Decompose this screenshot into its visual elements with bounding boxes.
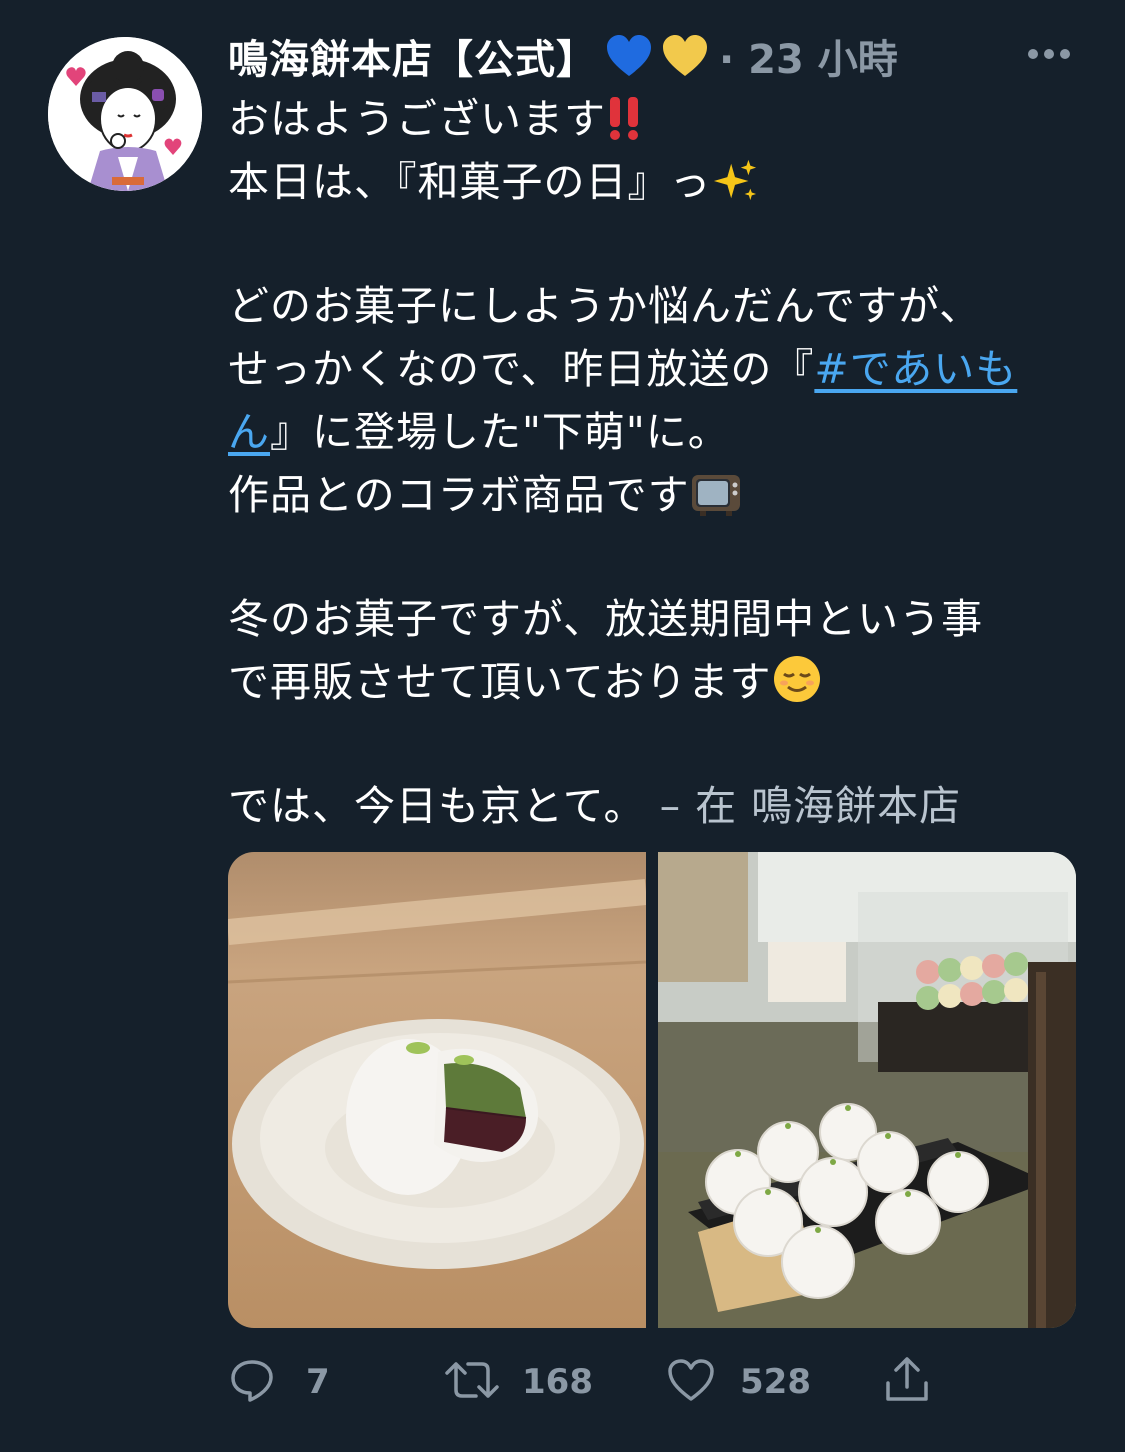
like-count: 528 [740,1362,811,1402]
reply-icon [228,1356,276,1408]
tweet-line-text: せっかくなので、昨日放送の『 [228,345,815,393]
tweet-header: 鳴海餅本店【公式】 · 23 小時 [228,26,898,86]
tweet-line: では、今日も京とて。 – 在 鳴海餅本店 [228,775,1088,838]
hashtag-link-continued[interactable]: ん [228,408,270,456]
tweet-timestamp[interactable]: · 23 小時 [719,27,898,85]
tweet[interactable]: 鳴海餅本店【公式】 · 23 小時 おはようございます 本日は、『和菓子の日』っ… [0,0,1125,1452]
tweet-line: せっかくなので、昨日放送の『#であいも [228,338,1088,401]
tweet-line-text: 本日は、『和菓子の日』っ [228,158,712,206]
hashtag-link[interactable]: #であいも [814,345,1017,393]
reply-count: 7 [306,1362,330,1402]
media-grid [228,852,1076,1328]
more-icon[interactable] [1026,44,1072,64]
tweet-line: で再販させて頂いております [228,651,1088,714]
retweet-count: 168 [522,1362,593,1402]
tweet-actions: 7 168 528 [228,1352,948,1412]
tweet-line-text: で再販させて頂いております [228,658,772,706]
media-divider [646,852,658,1328]
share-icon [882,1355,932,1409]
exclamation-icon [606,95,646,159]
sparkles-icon [712,158,758,222]
tweet-line: 冬のお菓子ですが、放送期間中という事 [228,588,1088,651]
blue-heart-icon [605,34,653,78]
tweet-line-text: 』に登場した"下萌"に。 [270,408,730,456]
yellow-heart-icon [661,34,709,78]
reply-button[interactable]: 7 [228,1352,330,1412]
photo-display-case[interactable] [658,852,1076,1328]
tweet-line: ん』に登場した"下萌"に。 [228,401,1088,464]
tweet-line-text: では、今日も京とて。 [228,782,646,830]
tweet-line: おはようございます [228,88,1088,151]
tweet-line: 本日は、『和菓子の日』っ [228,151,1088,214]
tweet-line: どのお菓子にしようか悩んだんですが、 [228,275,1088,338]
tweet-line: 作品とのコラボ商品です [228,464,1088,527]
television-icon [690,469,742,535]
avatar[interactable] [48,37,202,191]
tweet-line-text: どのお菓子にしようか悩んだんですが、 [228,282,982,330]
relieved-face-icon [772,654,822,722]
tweet-line-text: おはようございます [228,95,606,143]
display-name[interactable]: 鳴海餅本店【公式】 [228,27,597,85]
share-button[interactable] [882,1352,932,1412]
like-icon [666,1357,716,1407]
retweet-icon [444,1356,500,1408]
tweet-text: おはようございます 本日は、『和菓子の日』っ どのお菓子にしようか悩んだんですが… [228,88,1088,838]
location-link[interactable]: – 在 鳴海餅本店 [646,782,962,830]
like-button[interactable]: 528 [666,1352,811,1412]
photo-sweet-on-plate[interactable] [228,852,646,1328]
retweet-button[interactable]: 168 [444,1352,593,1412]
tweet-line-text: 冬のお菓子ですが、放送期間中という事 [228,595,984,643]
tweet-line-text: 作品とのコラボ商品です [228,471,690,519]
